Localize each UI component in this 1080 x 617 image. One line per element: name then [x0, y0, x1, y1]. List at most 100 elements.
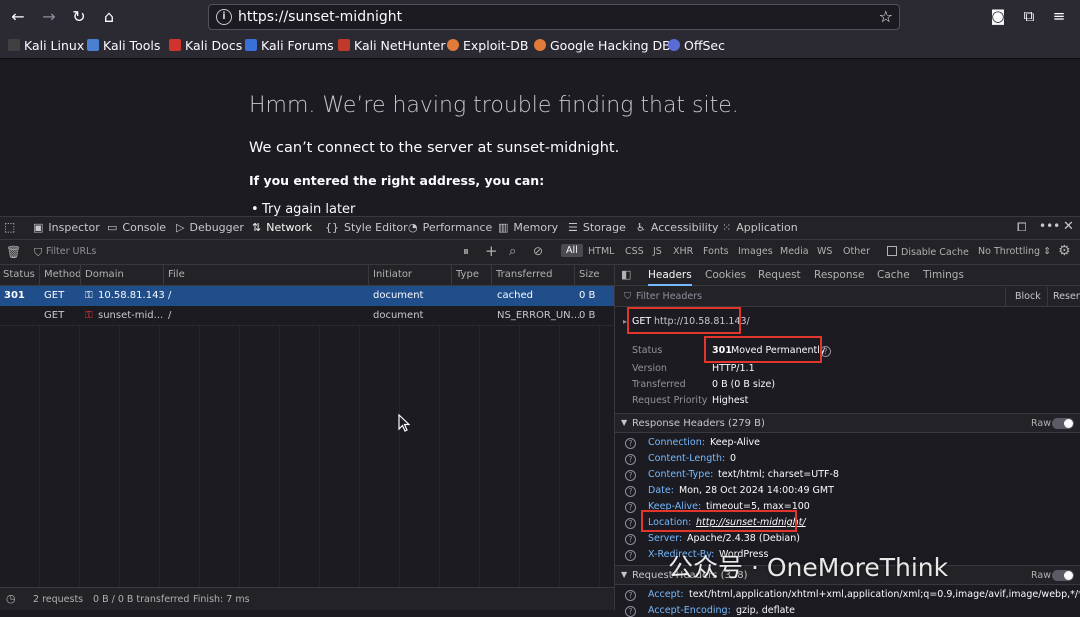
settings-gear-icon[interactable]: ⚙: [1058, 243, 1071, 259]
highlight-box: [641, 510, 797, 532]
tab-timings[interactable]: Timings: [923, 269, 964, 281]
help-icon[interactable]: ?: [625, 470, 636, 481]
offsec-icon: [668, 39, 680, 51]
disable-cache-checkbox[interactable]: Disable Cache: [887, 246, 969, 258]
info-icon[interactable]: i: [216, 9, 232, 25]
filter-ws[interactable]: WS: [817, 246, 832, 257]
filter-urls-input[interactable]: Filter URLs: [46, 246, 96, 257]
reload-icon[interactable]: ↻: [67, 6, 91, 28]
tab-inspector[interactable]: ▣ Inspector: [33, 221, 100, 234]
help-icon[interactable]: ?: [625, 550, 636, 561]
col-type[interactable]: Type: [456, 269, 479, 280]
tab-request[interactable]: Request: [758, 269, 801, 281]
request-count: 2 requests: [33, 594, 84, 605]
col-size[interactable]: Size: [579, 269, 600, 280]
filter-other[interactable]: Other: [843, 246, 870, 257]
help-icon[interactable]: ?: [625, 454, 636, 465]
add-icon[interactable]: +: [485, 242, 498, 260]
col-transferred[interactable]: Transferred: [496, 269, 552, 280]
style-editor-icon: {}: [325, 221, 339, 234]
help-icon[interactable]: ?: [625, 518, 636, 529]
help-icon[interactable]: ?: [625, 606, 636, 617]
toggle-sidebar-icon[interactable]: ◧: [621, 268, 631, 281]
priority-value: Highest: [712, 395, 749, 406]
col-initiator[interactable]: Initiator: [373, 269, 412, 280]
tab-storage[interactable]: ☰ Storage: [568, 221, 626, 234]
error-title: Hmm. We’re having trouble finding that s…: [249, 93, 739, 118]
bookmark-kali-nethunter[interactable]: Kali NetHunter: [338, 38, 445, 53]
filter-css[interactable]: CSS: [625, 246, 644, 257]
table-row[interactable]: GET ⚿ sunset-mid... / document NS_ERROR_…: [0, 306, 614, 326]
pocket-icon[interactable]: ◙: [989, 7, 1007, 25]
priority-label: Request Priority: [632, 395, 708, 406]
tab-cookies[interactable]: Cookies: [705, 269, 746, 281]
tab-application[interactable]: ⁙ Application: [722, 221, 798, 234]
tab-memory[interactable]: ▥ Memory: [498, 221, 558, 234]
tab-console[interactable]: ▭ Console: [107, 221, 166, 234]
menu-icon[interactable]: ≡: [1050, 7, 1068, 25]
help-icon[interactable]: ?: [625, 590, 636, 601]
url-bar[interactable]: i https://sunset-midnight ☆: [208, 4, 900, 30]
bookmark-kali-forums[interactable]: Kali Forums: [245, 38, 334, 53]
bookmark-google-hacking-db[interactable]: Google Hacking DB: [534, 38, 671, 53]
forward-arrow-icon[interactable]: →: [37, 6, 61, 28]
search-icon[interactable]: ⌕: [509, 244, 516, 259]
filter-headers-input[interactable]: Filter Headers: [636, 291, 702, 302]
tab-debugger[interactable]: ▷ Debugger: [176, 221, 244, 234]
url-text[interactable]: https://sunset-midnight: [238, 9, 402, 25]
help-icon[interactable]: ?: [625, 438, 636, 449]
col-file[interactable]: File: [168, 269, 185, 280]
header-name: Accept-Encoding:: [648, 605, 731, 616]
table-row[interactable]: 301 GET ⚿ 10.58.81.143 / document cached…: [0, 286, 614, 306]
raw-toggle[interactable]: [1052, 418, 1074, 429]
help-icon[interactable]: ?: [625, 486, 636, 497]
filter-xhr[interactable]: XHR: [673, 246, 693, 257]
extensions-icon[interactable]: ⧉: [1020, 7, 1038, 25]
throttling-select[interactable]: No Throttling ⇕: [978, 246, 1051, 257]
pick-element-icon[interactable]: ⬚: [4, 220, 15, 234]
bookmark-kali-docs[interactable]: Kali Docs: [169, 38, 242, 53]
tab-response[interactable]: Response: [814, 269, 864, 281]
block-button[interactable]: Block: [1015, 291, 1041, 302]
col-status[interactable]: Status: [3, 269, 35, 280]
tab-performance[interactable]: ◔ Performance: [408, 221, 492, 234]
bookmark-star-icon[interactable]: ☆: [879, 7, 893, 26]
row-method: GET: [44, 310, 65, 321]
collapse-arrow-icon: ▼: [621, 418, 628, 427]
error-suggestion: Try again later: [251, 202, 355, 216]
home-icon[interactable]: ⌂: [97, 6, 121, 28]
bookmark-exploit-db[interactable]: Exploit-DB: [447, 38, 528, 53]
col-domain[interactable]: Domain: [85, 269, 124, 280]
filter-fonts[interactable]: Fonts: [703, 246, 729, 257]
tab-accessibility[interactable]: ♿ Accessibility: [636, 221, 719, 234]
filter-all[interactable]: All: [561, 244, 583, 257]
tab-label: Storage: [582, 221, 626, 234]
performance-analysis-icon[interactable]: ◷: [6, 592, 16, 605]
bookmark-offsec[interactable]: OffSec: [668, 38, 725, 53]
col-method[interactable]: Method: [44, 269, 82, 280]
tab-cache[interactable]: Cache: [877, 269, 910, 281]
filter-js[interactable]: JS: [653, 246, 662, 257]
help-icon[interactable]: ?: [625, 534, 636, 545]
close-devtools-icon[interactable]: ✕: [1063, 219, 1074, 234]
response-headers-section[interactable]: ▼ Response Headers (279 B) Raw: [615, 413, 1080, 433]
bookmark-kali-linux[interactable]: Kali Linux: [8, 38, 84, 53]
tab-headers[interactable]: Headers: [648, 269, 692, 286]
filter-html[interactable]: HTML: [588, 246, 614, 257]
raw-toggle[interactable]: [1052, 570, 1074, 581]
column-divider: [163, 265, 164, 286]
filter-media[interactable]: Media: [780, 246, 809, 257]
dock-icon[interactable]: ⧠: [1017, 220, 1027, 235]
more-options-icon[interactable]: •••: [1039, 219, 1060, 233]
help-icon[interactable]: ?: [625, 502, 636, 513]
request-table-header: Status Method Domain File Initiator Type…: [0, 265, 614, 286]
trash-icon[interactable]: 🗑: [6, 245, 21, 259]
bookmark-kali-tools[interactable]: Kali Tools: [87, 38, 160, 53]
block-icon[interactable]: ⊘: [533, 244, 543, 258]
tab-style-editor[interactable]: {} Style Editor: [325, 221, 408, 234]
filter-images[interactable]: Images: [738, 246, 773, 257]
resend-button[interactable]: Resend: [1053, 291, 1080, 302]
tab-network[interactable]: ⇅ Network: [252, 221, 312, 234]
pause-icon[interactable]: ⏸: [463, 244, 469, 259]
back-arrow-icon[interactable]: ←: [6, 6, 30, 28]
